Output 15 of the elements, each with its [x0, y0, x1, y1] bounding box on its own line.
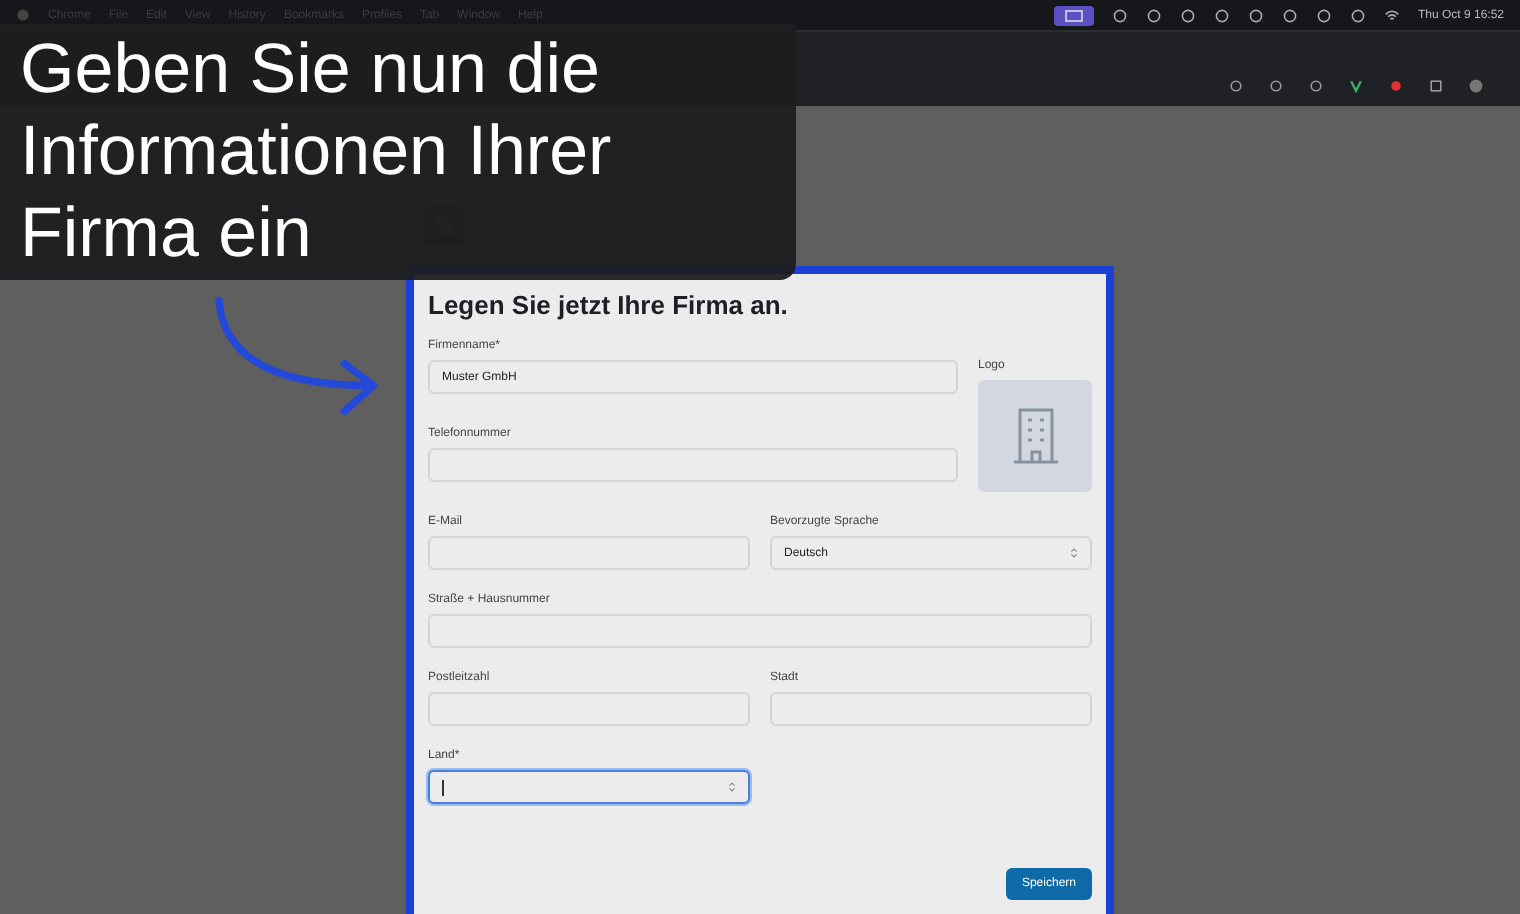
input-field[interactable]: [428, 614, 1092, 648]
wifi-icon[interactable]: [1383, 7, 1400, 23]
chevron-icon: [1070, 546, 1078, 560]
input-field[interactable]: [428, 536, 750, 570]
dropdown-field[interactable]: [428, 770, 750, 804]
chevron-icon: [728, 780, 736, 794]
input-field[interactable]: [770, 692, 1092, 726]
extension-icon[interactable]: [1348, 78, 1364, 94]
form-title: Legen Sie jetzt Ihre Firma an.: [428, 290, 790, 320]
extension-icon[interactable]: [1388, 78, 1404, 94]
profile-icon[interactable]: [1468, 78, 1484, 94]
input-field[interactable]: [428, 692, 750, 726]
input-field[interactable]: [428, 448, 958, 482]
caption-text: Geben Sie nun die Informationen Ihrer Firma ein: [20, 28, 614, 274]
building-icon: [1011, 406, 1059, 466]
